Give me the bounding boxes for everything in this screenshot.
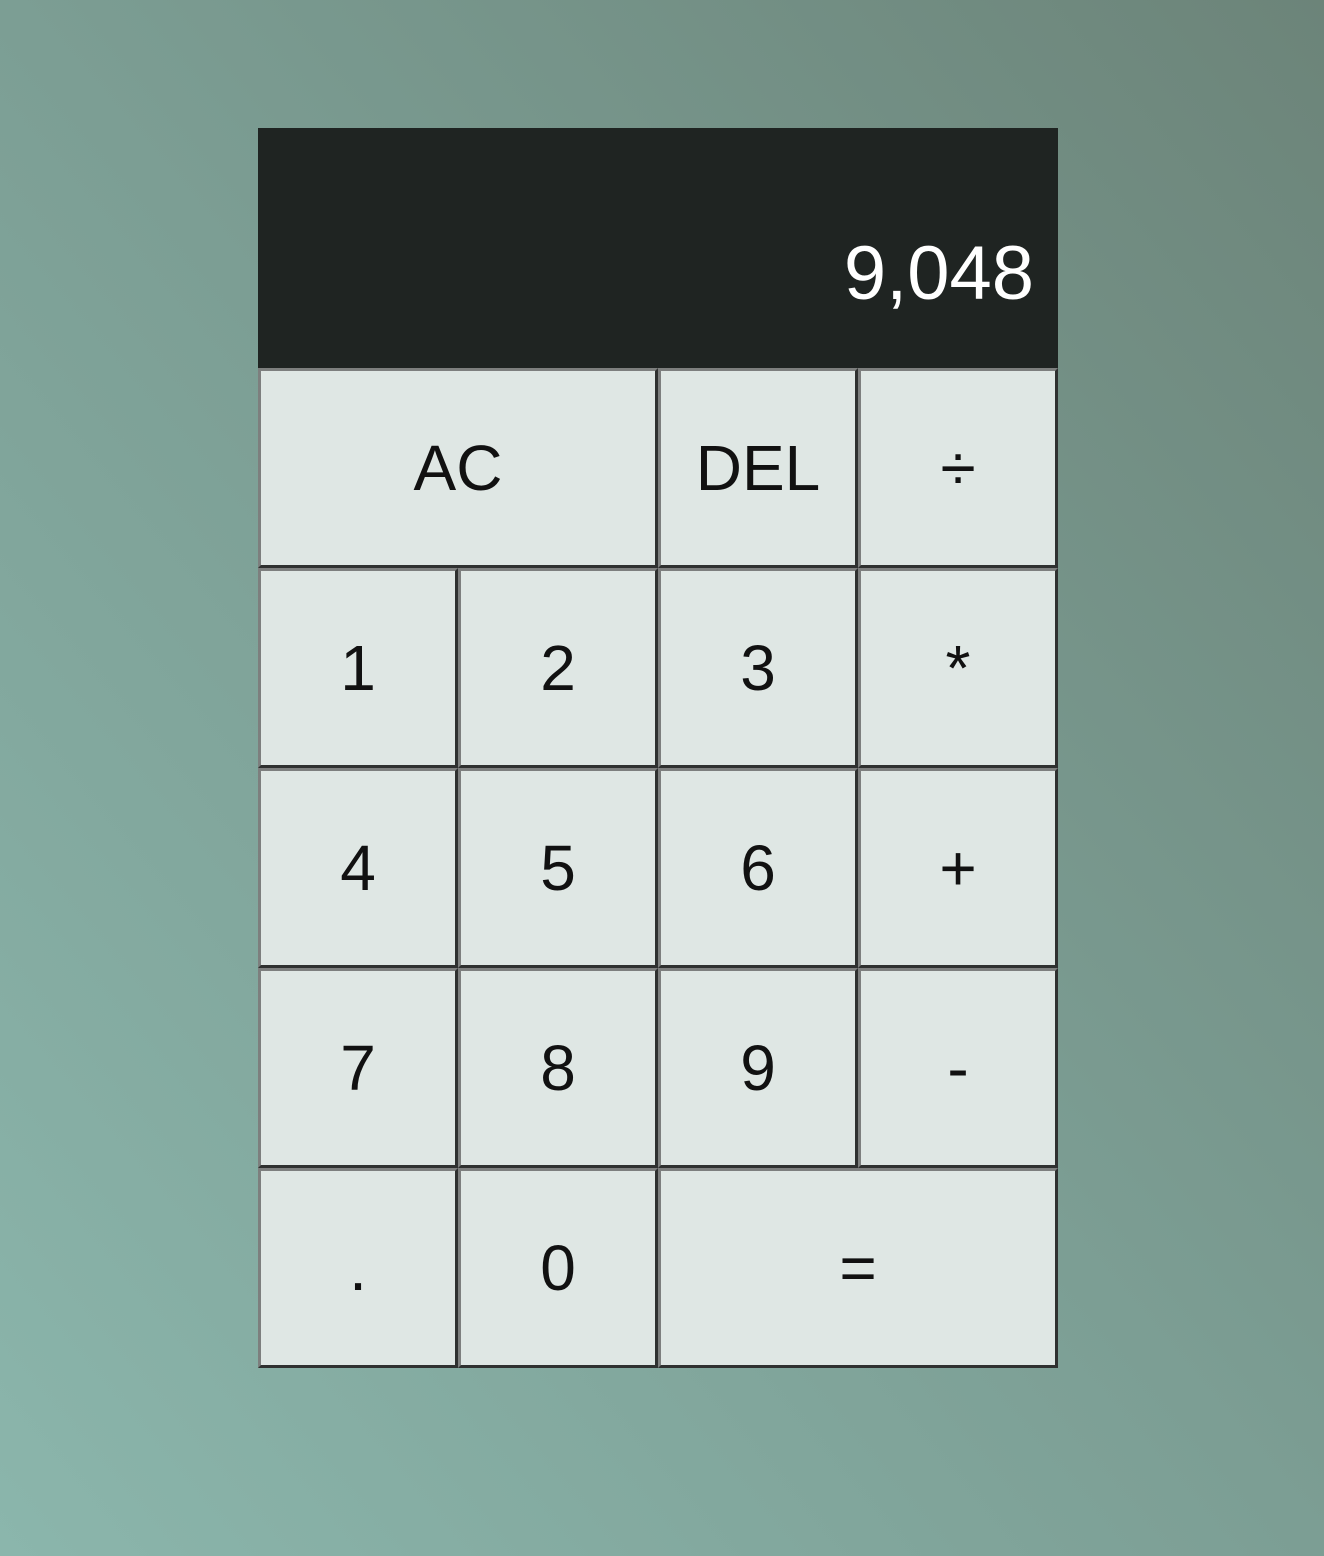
plus-button[interactable]: +: [858, 768, 1058, 968]
digit-6-button[interactable]: 6: [658, 768, 858, 968]
equals-button[interactable]: =: [658, 1168, 1058, 1368]
digit-1-button[interactable]: 1: [258, 568, 458, 768]
digit-3-button[interactable]: 3: [658, 568, 858, 768]
all-clear-button[interactable]: AC: [258, 368, 658, 568]
calculator: 9,048 AC DEL ÷ 1 2 3 * 4 5 6 + 7 8 9 - .…: [258, 128, 1058, 1368]
decimal-button[interactable]: .: [258, 1168, 458, 1368]
digit-2-button[interactable]: 2: [458, 568, 658, 768]
minus-button[interactable]: -: [858, 968, 1058, 1168]
digit-7-button[interactable]: 7: [258, 968, 458, 1168]
current-operand: 9,048: [843, 231, 1034, 316]
multiply-button[interactable]: *: [858, 568, 1058, 768]
digit-0-button[interactable]: 0: [458, 1168, 658, 1368]
digit-8-button[interactable]: 8: [458, 968, 658, 1168]
calculator-display: 9,048: [258, 128, 1058, 368]
digit-5-button[interactable]: 5: [458, 768, 658, 968]
delete-button[interactable]: DEL: [658, 368, 858, 568]
digit-9-button[interactable]: 9: [658, 968, 858, 1168]
divide-button[interactable]: ÷: [858, 368, 1058, 568]
digit-4-button[interactable]: 4: [258, 768, 458, 968]
